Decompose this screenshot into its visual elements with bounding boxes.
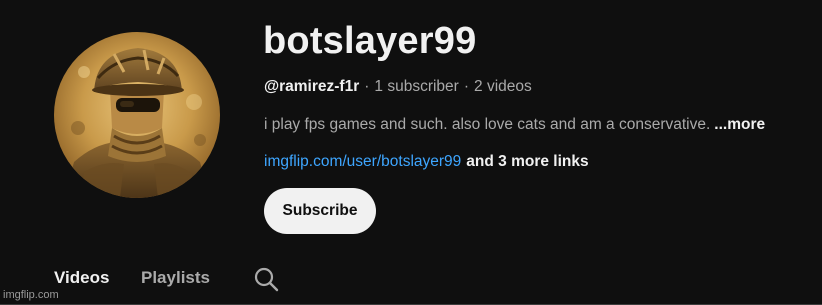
subscribe-button[interactable]: Subscribe bbox=[264, 188, 376, 234]
more-links-button[interactable]: and 3 more links bbox=[466, 153, 588, 170]
description-more-button[interactable]: ...more bbox=[714, 116, 765, 133]
description-text: i play fps games and such. also love cat… bbox=[264, 116, 711, 133]
watermark: imgflip.com bbox=[3, 289, 59, 301]
tab-playlists[interactable]: Playlists bbox=[141, 268, 210, 288]
channel-meta: @ramirez-f1r · 1 subscriber · 2 videos bbox=[264, 77, 532, 97]
soldier-avatar-image bbox=[54, 32, 220, 198]
channel-links: imgflip.com/user/botslayer99 and 3 more l… bbox=[264, 152, 589, 172]
search-icon[interactable] bbox=[252, 265, 280, 293]
channel-tabs: Videos Playlists bbox=[0, 256, 822, 305]
meta-separator: · bbox=[463, 78, 470, 95]
meta-separator: · bbox=[364, 78, 370, 95]
channel-name: botslayer99 bbox=[263, 20, 477, 62]
tab-videos[interactable]: Videos bbox=[54, 268, 109, 288]
subscriber-count: 1 subscriber bbox=[374, 78, 459, 95]
video-count: 2 videos bbox=[474, 78, 532, 95]
channel-description[interactable]: i play fps games and such. also love cat… bbox=[264, 115, 765, 135]
channel-avatar[interactable] bbox=[54, 32, 220, 198]
channel-handle: @ramirez-f1r bbox=[264, 78, 360, 95]
channel-link[interactable]: imgflip.com/user/botslayer99 bbox=[264, 153, 461, 170]
